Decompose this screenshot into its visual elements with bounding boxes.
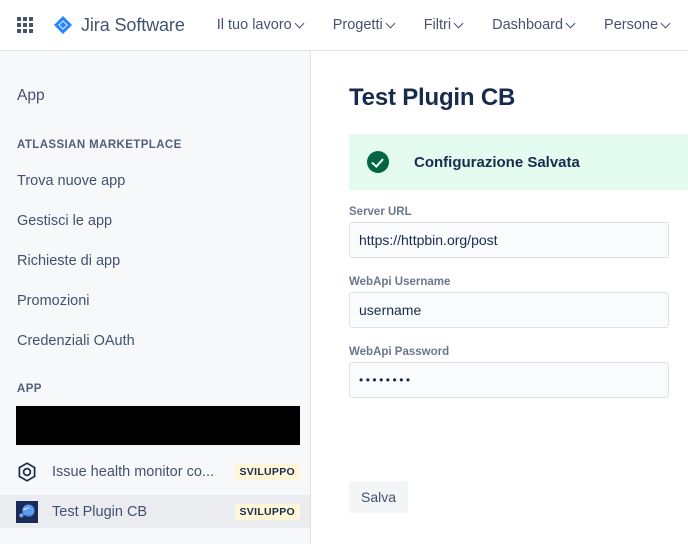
- hexagon-target-icon: [16, 461, 38, 483]
- redacted-block: [16, 406, 300, 445]
- nav-item-filtri[interactable]: Filtri: [416, 12, 472, 38]
- nav-item-il-tuo-lavoro[interactable]: Il tuo lavoro: [209, 12, 313, 38]
- webapi-password-label: WebApi Password: [349, 346, 450, 358]
- field-group-webapi-password: WebApi Password ••••••••: [349, 346, 669, 398]
- chevron-down-icon: [567, 20, 576, 29]
- sidebar-item-richieste-di-app[interactable]: Richieste di app: [0, 251, 310, 271]
- server-url-input[interactable]: [349, 222, 669, 258]
- nav-item-label: Persone: [604, 17, 659, 33]
- grid-dot: [23, 23, 27, 27]
- server-url-label: Server URL: [349, 206, 412, 218]
- success-flag-message: Configurazione Salvata: [414, 153, 580, 171]
- status-badge: SVILUPPO: [234, 503, 300, 520]
- sidebar-app-label: Issue health monitor co...: [52, 463, 214, 480]
- grid-dot: [17, 29, 21, 33]
- sidebar-app-test-plugin-cb[interactable]: Test Plugin CB SVILUPPO: [0, 495, 310, 528]
- chevron-down-icon: [455, 20, 464, 29]
- blue-globe-icon: [16, 500, 38, 523]
- page-title: Test Plugin CB: [349, 84, 516, 111]
- sidebar: App ATLASSIAN MARKETPLACE Trova nuove ap…: [0, 51, 311, 544]
- nav-item-persone[interactable]: Persone: [596, 12, 679, 38]
- nav-item-label: Progetti: [332, 17, 383, 33]
- sidebar-item-promozioni[interactable]: Promozioni: [0, 291, 310, 311]
- webapi-username-input[interactable]: [349, 292, 669, 328]
- jira-diamond-logo-icon: [52, 14, 74, 36]
- chevron-down-icon: [296, 20, 305, 29]
- check-circle-icon: [367, 151, 389, 173]
- webapi-username-label: WebApi Username: [349, 276, 451, 288]
- sidebar-item-credenziali-oauth[interactable]: Credenziali OAuth: [0, 331, 310, 351]
- chevron-down-icon: [387, 20, 396, 29]
- nav-item-label: Dashboard: [492, 17, 564, 33]
- status-badge: SVILUPPO: [234, 463, 300, 480]
- grid-dot: [29, 29, 33, 33]
- nav-item-label: Il tuo lavoro: [216, 17, 292, 33]
- nav-item-label: Filtri: [423, 17, 452, 33]
- grid-dot: [23, 29, 27, 33]
- sidebar-section-marketplace: ATLASSIAN MARKETPLACE: [17, 139, 182, 151]
- sidebar-section-app: APP: [17, 383, 42, 395]
- main-content: Test Plugin CB Configurazione Salvata Se…: [312, 51, 688, 544]
- top-navigation-bar: Jira Software Il tuo lavoro Progetti Fil…: [0, 0, 688, 51]
- nav-item-progetti[interactable]: Progetti: [325, 12, 404, 38]
- sidebar-app-label: Test Plugin CB: [52, 503, 148, 520]
- sidebar-app-issue-health-monitor[interactable]: Issue health monitor co... SVILUPPO: [0, 455, 310, 488]
- grid-dot: [23, 17, 27, 21]
- chevron-down-icon: [662, 20, 671, 29]
- save-button[interactable]: Salva: [349, 481, 409, 513]
- jira-software-home-link[interactable]: Jira Software: [52, 14, 185, 36]
- webapi-password-input[interactable]: ••••••••: [349, 362, 669, 398]
- grid-dot: [29, 23, 33, 27]
- field-group-webapi-username: WebApi Username: [349, 276, 669, 328]
- sidebar-item-gestisci-le-app[interactable]: Gestisci le app: [0, 211, 310, 231]
- grid-dot: [17, 17, 21, 21]
- sidebar-title: App: [17, 87, 45, 104]
- field-group-server-url: Server URL: [349, 206, 669, 258]
- primary-nav-items: Il tuo lavoro Progetti Filtri Dashboard …: [209, 12, 688, 38]
- nav-item-dashboard[interactable]: Dashboard: [484, 12, 584, 38]
- sidebar-item-trova-nuove-app[interactable]: Trova nuove app: [0, 171, 310, 191]
- brand-name-label: Jira Software: [81, 14, 185, 35]
- success-flag: Configurazione Salvata: [349, 134, 688, 190]
- apps-grid-icon[interactable]: [13, 13, 37, 37]
- grid-dot: [17, 23, 21, 27]
- grid-dot: [29, 17, 33, 21]
